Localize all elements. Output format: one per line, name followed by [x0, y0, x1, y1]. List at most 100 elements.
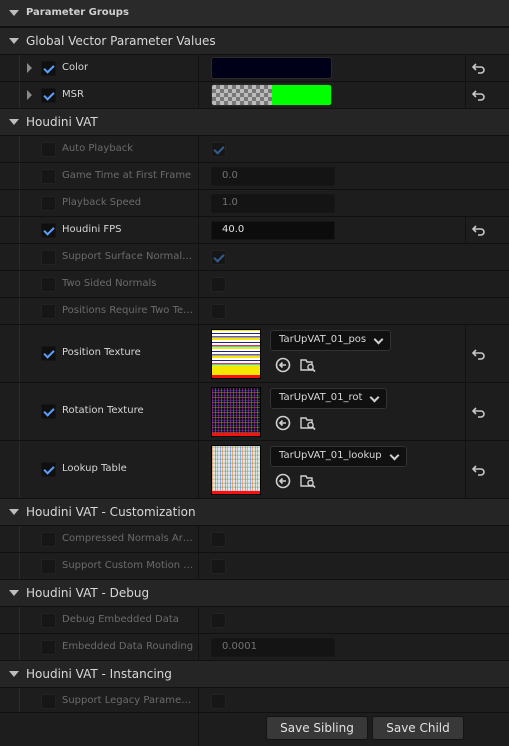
group-header-global-vector[interactable]: Global Vector Parameter Values — [0, 27, 509, 54]
checkbox-color-enabled[interactable] — [41, 61, 56, 76]
rotation-texture-thumbnail[interactable] — [211, 387, 261, 437]
checkbox-param-enabled[interactable] — [41, 346, 56, 361]
chevron-down-icon — [373, 334, 384, 345]
checkbox-param-enabled[interactable] — [41, 142, 56, 157]
param-row-color: Color — [0, 54, 509, 81]
reset-to-default-icon[interactable] — [472, 463, 486, 477]
color-swatch-msr[interactable] — [211, 84, 332, 106]
param-row-lookup-table: Lookup Table TarUpVAT_01_lookup — [0, 440, 509, 498]
param-row-custom-motion-vectors: Support Custom Motion Vectors — [0, 552, 509, 579]
use-selected-asset-icon[interactable] — [275, 357, 291, 373]
param-label: Embedded Data Rounding — [62, 641, 194, 652]
checkbox-param-enabled[interactable] — [41, 694, 56, 709]
checkbox-param-enabled[interactable] — [41, 304, 56, 319]
checkbox-param-value[interactable] — [211, 559, 226, 574]
reset-to-default-icon[interactable] — [472, 347, 486, 361]
browse-asset-icon[interactable] — [300, 415, 316, 431]
checkbox-param-value[interactable] — [211, 304, 226, 319]
checkbox-param-enabled[interactable] — [41, 613, 56, 628]
number-field[interactable]: 1.0 — [211, 194, 335, 213]
asset-picker-dropdown[interactable]: TarUpVAT_01_pos — [270, 330, 392, 351]
group-header-instancing[interactable]: Houdini VAT - Instancing — [0, 660, 509, 687]
reset-to-default-icon[interactable] — [472, 61, 486, 75]
param-label: Compressed Normals Array — [62, 533, 194, 544]
checkbox-param-enabled[interactable] — [41, 462, 56, 477]
collapse-arrow-icon[interactable] — [9, 119, 19, 125]
param-row-embedded-data-rounding: Embedded Data Rounding 0.0001 — [0, 633, 509, 660]
param-row-auto-playback: Auto Playback — [0, 135, 509, 162]
param-label: Rotation Texture — [62, 405, 144, 416]
lookup-table-thumbnail[interactable] — [211, 445, 261, 495]
collapse-arrow-icon[interactable] — [9, 38, 19, 44]
param-row-positions-two-textures: Positions Require Two Textures — [0, 297, 509, 324]
checkbox-param-enabled[interactable] — [41, 640, 56, 655]
parameter-groups-header[interactable]: Parameter Groups — [0, 0, 509, 27]
checkbox-msr-enabled[interactable] — [41, 88, 56, 103]
checkbox-param-enabled[interactable] — [41, 196, 56, 211]
asset-name: TarUpVAT_01_pos — [279, 334, 367, 345]
chevron-down-icon — [369, 392, 380, 403]
expand-arrow-icon[interactable] — [27, 90, 32, 100]
save-child-button[interactable]: Save Child — [372, 716, 464, 740]
browse-asset-icon[interactable] — [300, 473, 316, 489]
use-selected-asset-icon[interactable] — [275, 473, 291, 489]
param-label: Debug Embedded Data — [62, 614, 179, 625]
panel-title: Parameter Groups — [26, 7, 129, 18]
use-selected-asset-icon[interactable] — [275, 415, 291, 431]
browse-asset-icon[interactable] — [300, 357, 316, 373]
checkbox-param-enabled[interactable] — [41, 169, 56, 184]
number-field[interactable]: 0.0001 — [211, 638, 335, 657]
param-label: Support Legacy Parameters — [62, 695, 194, 706]
reset-to-default-icon[interactable] — [472, 405, 486, 419]
param-label: Two Sided Normals — [62, 278, 157, 289]
checkbox-param-enabled[interactable] — [41, 532, 56, 547]
asset-name: TarUpVAT_01_rot — [279, 392, 363, 403]
checkbox-param-value[interactable] — [211, 694, 226, 709]
param-label: Lookup Table — [62, 463, 127, 474]
collapse-arrow-icon[interactable] — [9, 590, 19, 596]
group-header-houdini-vat[interactable]: Houdini VAT — [0, 108, 509, 135]
param-label: Support Surface Normal Maps — [62, 251, 194, 262]
param-row-game-time: Game Time at First Frame 0.0 — [0, 162, 509, 189]
collapse-arrow-icon[interactable] — [9, 10, 19, 16]
checkbox-param-enabled[interactable] — [41, 559, 56, 574]
param-row-playback-speed: Playback Speed 1.0 — [0, 189, 509, 216]
param-row-compressed-normals: Compressed Normals Array — [0, 525, 509, 552]
reset-to-default-icon[interactable] — [472, 223, 486, 237]
checkbox-param-value[interactable] — [211, 532, 226, 547]
group-title: Houdini VAT — [26, 115, 98, 129]
group-header-debug[interactable]: Houdini VAT - Debug — [0, 579, 509, 606]
checkbox-param-enabled[interactable] — [41, 277, 56, 292]
checkbox-param-enabled[interactable] — [41, 223, 56, 238]
param-label: Houdini FPS — [62, 224, 122, 235]
param-row-houdini-fps: Houdini FPS 40.0 — [0, 216, 509, 243]
checkbox-param-value[interactable] — [211, 613, 226, 628]
checkbox-param-enabled[interactable] — [41, 250, 56, 265]
param-label: Positions Require Two Textures — [62, 305, 194, 316]
number-field[interactable]: 40.0 — [211, 221, 335, 240]
position-texture-thumbnail[interactable] — [211, 329, 261, 379]
chevron-down-icon — [389, 450, 400, 461]
reset-to-default-icon[interactable] — [472, 88, 486, 102]
param-row-two-sided-normals: Two Sided Normals — [0, 270, 509, 297]
save-sibling-button[interactable]: Save Sibling — [266, 716, 368, 740]
checkbox-param-value[interactable] — [211, 142, 226, 157]
group-title: Houdini VAT - Instancing — [26, 667, 172, 681]
expand-arrow-icon[interactable] — [27, 63, 32, 73]
checkbox-param-value[interactable] — [211, 277, 226, 292]
asset-name: TarUpVAT_01_lookup — [279, 450, 382, 461]
color-swatch-color[interactable] — [211, 57, 332, 79]
collapse-arrow-icon[interactable] — [9, 671, 19, 677]
number-field[interactable]: 0.0 — [211, 167, 335, 186]
param-label: Auto Playback — [62, 143, 134, 154]
collapse-arrow-icon[interactable] — [9, 509, 19, 515]
param-label: Game Time at First Frame — [62, 170, 192, 181]
group-title: Houdini VAT - Customization — [26, 505, 196, 519]
checkbox-param-value[interactable] — [211, 250, 226, 265]
group-header-customization[interactable]: Houdini VAT - Customization — [0, 498, 509, 525]
param-label: Playback Speed — [62, 197, 142, 208]
asset-picker-dropdown[interactable]: TarUpVAT_01_rot — [270, 388, 388, 409]
param-row-rotation-texture: Rotation Texture TarUpVAT_01_rot — [0, 382, 509, 440]
asset-picker-dropdown[interactable]: TarUpVAT_01_lookup — [270, 446, 407, 467]
checkbox-param-enabled[interactable] — [41, 404, 56, 419]
